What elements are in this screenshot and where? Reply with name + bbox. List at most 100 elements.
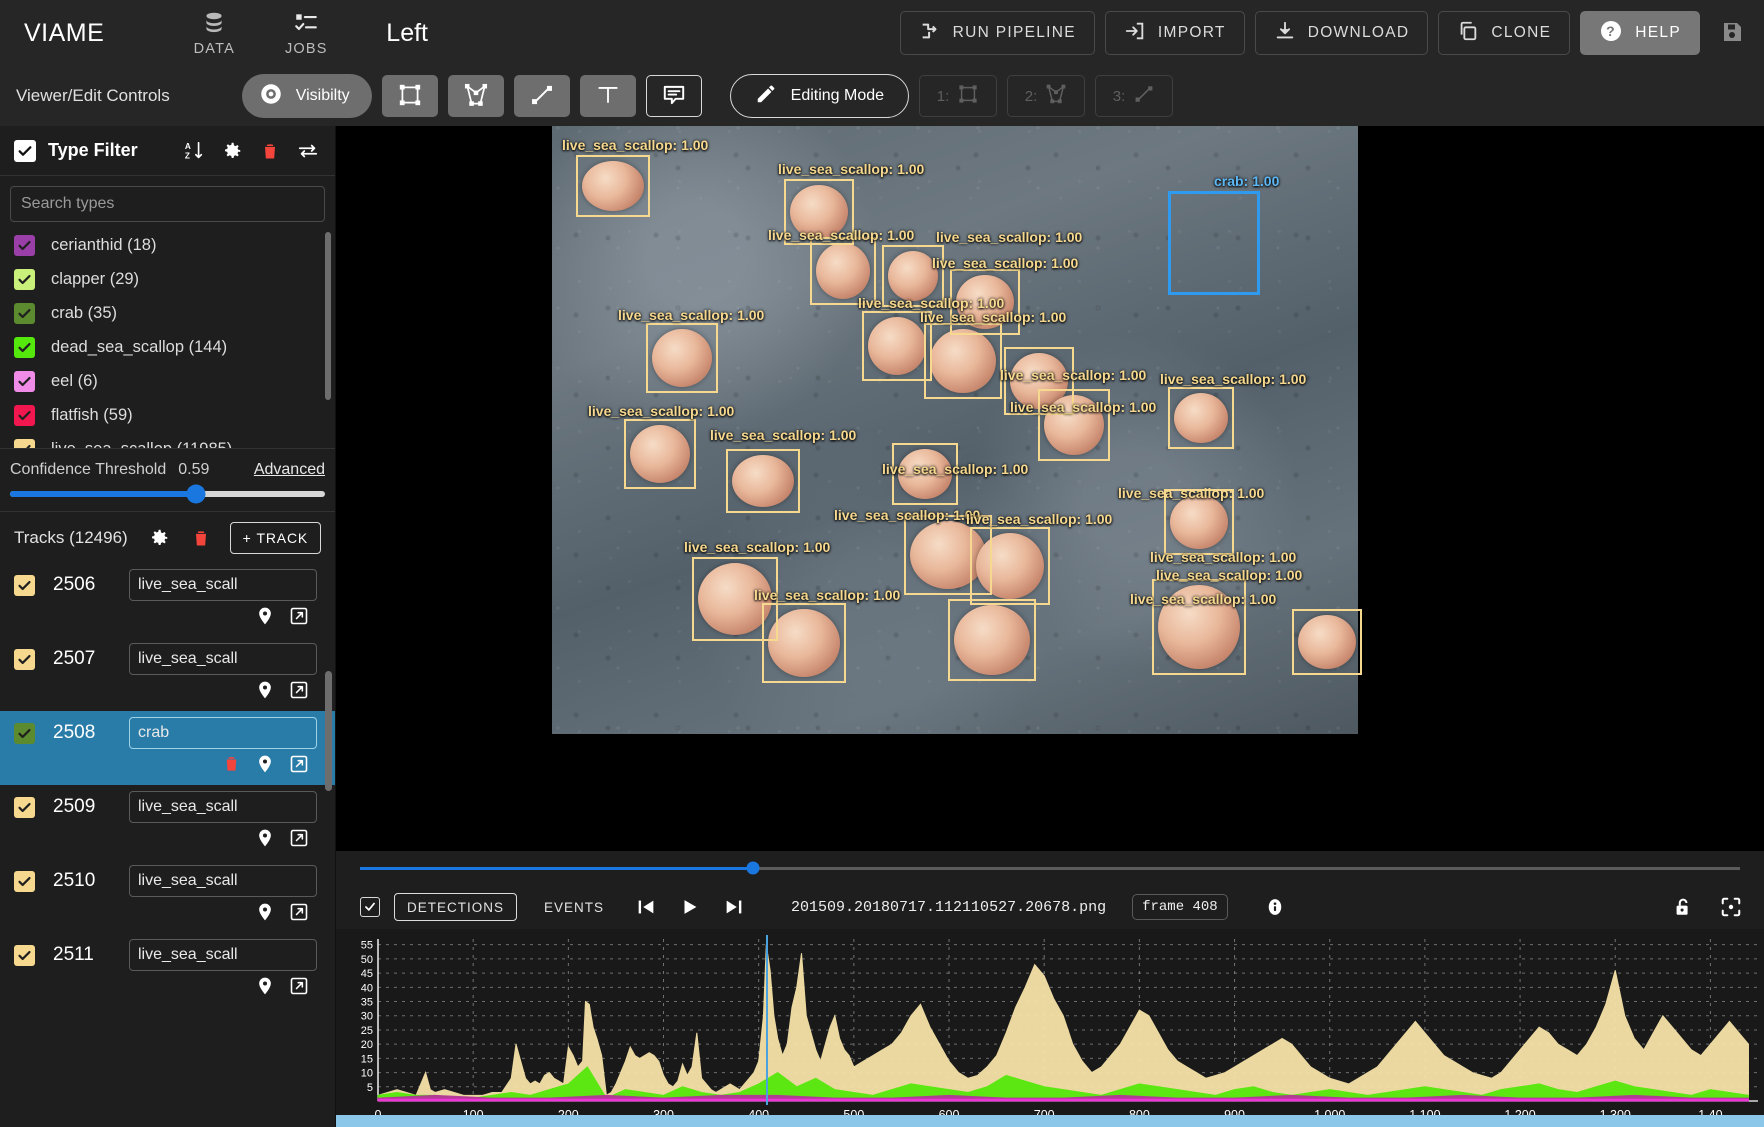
detection-box-scallop[interactable] (970, 527, 1050, 605)
type-filter-row[interactable]: cerianthid (18) (14, 228, 335, 262)
track-row[interactable]: 2509 live_sea_scall (0, 785, 335, 859)
type-filter-master-checkbox[interactable] (14, 139, 36, 162)
prev-frame-button[interactable] (631, 892, 661, 922)
tracks-list-scrollbar[interactable] (325, 671, 332, 791)
track-checkbox[interactable] (14, 574, 35, 596)
type-checkbox[interactable] (14, 438, 35, 448)
timeline-playhead[interactable] (766, 935, 769, 1105)
open-track-detail-icon[interactable] (289, 754, 309, 779)
events-tab[interactable]: EVENTS (531, 893, 617, 921)
track-checkbox[interactable] (14, 870, 35, 892)
visibility-toggle[interactable]: Visibilty (241, 74, 372, 118)
detection-box-scallop[interactable] (948, 599, 1036, 681)
type-checkbox[interactable] (14, 404, 35, 426)
swap-icon[interactable] (295, 138, 321, 164)
open-track-detail-icon[interactable] (289, 828, 309, 853)
import-button[interactable]: IMPORT (1104, 11, 1245, 55)
go-to-track-icon[interactable] (255, 901, 275, 928)
type-checkbox[interactable] (14, 234, 35, 256)
track-type-field[interactable]: live_sea_scall (129, 865, 317, 897)
timeline-chart-panel[interactable]: 5101520253035404550550100200300400500600… (336, 929, 1764, 1127)
track-row[interactable]: 2506 live_sea_scall (0, 563, 335, 637)
go-to-track-icon[interactable] (255, 975, 275, 1002)
type-filter-list[interactable]: cerianthid (18) clapper (29) crab (35) d… (0, 228, 335, 448)
timeline-bottom-scrollbar[interactable] (336, 1115, 1764, 1127)
delete-types-icon[interactable] (257, 138, 283, 164)
type-filter-row[interactable]: eel (6) (14, 364, 335, 398)
unlock-button[interactable] (1668, 892, 1698, 922)
confidence-threshold-slider[interactable] (10, 484, 325, 504)
editing-mode-button[interactable]: Editing Mode (729, 74, 910, 118)
track-checkbox[interactable] (14, 944, 35, 966)
track-type-field[interactable]: crab (129, 717, 317, 749)
download-button[interactable]: DOWNLOAD (1254, 11, 1429, 55)
type-list-scrollbar[interactable] (325, 232, 331, 400)
slider-knob[interactable] (186, 484, 206, 504)
nav-item-jobs[interactable]: JOBS (260, 10, 352, 57)
tracks-gear-icon[interactable] (146, 525, 172, 551)
track-row[interactable]: 2507 live_sea_scall (0, 637, 335, 711)
go-to-track-icon[interactable] (255, 753, 275, 780)
tracks-delete-icon[interactable] (188, 525, 214, 551)
seek-bar[interactable] (360, 861, 1740, 875)
line-tool-button[interactable] (513, 75, 570, 117)
rectangle-tool-button[interactable] (381, 75, 438, 117)
type-checkbox[interactable] (14, 268, 35, 290)
sort-alpha-icon[interactable]: A Z (181, 138, 207, 164)
open-track-detail-icon[interactable] (289, 902, 309, 927)
annotation-tool-button[interactable] (645, 75, 702, 117)
info-button[interactable] (1260, 892, 1290, 922)
type-filter-row[interactable]: crab (35) (14, 296, 335, 330)
type-checkbox[interactable] (14, 336, 35, 358)
detection-box-scallop[interactable] (624, 419, 696, 489)
track-row[interactable]: 2508 crab (0, 711, 335, 785)
detection-box-scallop[interactable] (1164, 489, 1234, 555)
go-to-track-icon[interactable] (255, 679, 275, 706)
track-type-field[interactable]: live_sea_scall (129, 939, 317, 971)
timeline-plot[interactable]: 5101520253035404550550100200300400500600… (336, 929, 1764, 1127)
image-viewer[interactable]: live_sea_scallop: 1.00 live_sea_scallop: … (336, 126, 1764, 851)
track-visibility-checkbox[interactable] (360, 897, 380, 917)
track-type-field[interactable]: live_sea_scall (129, 569, 317, 601)
type-filter-row[interactable]: live_sea_scallop (11985) (14, 432, 335, 448)
type-checkbox[interactable] (14, 370, 35, 392)
shortcut-2-polygon[interactable]: 2: (1007, 75, 1086, 117)
advanced-link[interactable]: Advanced (254, 461, 325, 479)
detection-box-crab[interactable] (1168, 191, 1260, 295)
go-to-track-icon[interactable] (255, 605, 275, 632)
open-track-detail-icon[interactable] (289, 680, 309, 705)
shortcut-1-rectangle[interactable]: 1: (919, 75, 998, 117)
save-button[interactable] (1710, 11, 1754, 55)
nav-item-data[interactable]: DATA (168, 10, 260, 57)
delete-track-icon[interactable] (222, 754, 241, 778)
clone-button[interactable]: CLONE (1438, 11, 1571, 55)
add-track-button[interactable]: + TRACK (229, 521, 321, 554)
track-checkbox[interactable] (14, 796, 35, 818)
detection-box-scallop[interactable] (726, 449, 800, 513)
track-row[interactable]: 2511 live_sea_scall (0, 933, 335, 1007)
detection-box-scallop[interactable] (646, 323, 718, 393)
text-tool-button[interactable] (579, 75, 636, 117)
type-checkbox[interactable] (14, 302, 35, 324)
detection-box-scallop[interactable] (924, 323, 1002, 399)
help-button[interactable]: ? HELP (1580, 11, 1700, 55)
next-frame-button[interactable] (719, 892, 749, 922)
run-pipeline-button[interactable]: RUN PIPELINE (899, 11, 1095, 55)
track-checkbox[interactable] (14, 722, 35, 744)
detection-box-scallop[interactable] (762, 603, 846, 683)
type-filter-row[interactable]: dead_sea_scallop (144) (14, 330, 335, 364)
fit-to-screen-button[interactable] (1716, 892, 1746, 922)
track-type-field[interactable]: live_sea_scall (129, 791, 317, 823)
play-button[interactable] (675, 892, 705, 922)
open-track-detail-icon[interactable] (289, 606, 309, 631)
track-checkbox[interactable] (14, 648, 35, 670)
seek-knob[interactable] (746, 861, 760, 875)
detections-tab[interactable]: DETECTIONS (394, 893, 518, 921)
tracks-list[interactable]: 2506 live_sea_scall 2507 live_sea_scall … (0, 563, 335, 1127)
open-track-detail-icon[interactable] (289, 976, 309, 1001)
detection-box-scallop[interactable] (576, 155, 650, 217)
polygon-tool-button[interactable] (447, 75, 504, 117)
gear-icon[interactable] (219, 138, 245, 164)
search-input[interactable] (10, 186, 325, 222)
detection-box-scallop[interactable] (1292, 609, 1362, 675)
